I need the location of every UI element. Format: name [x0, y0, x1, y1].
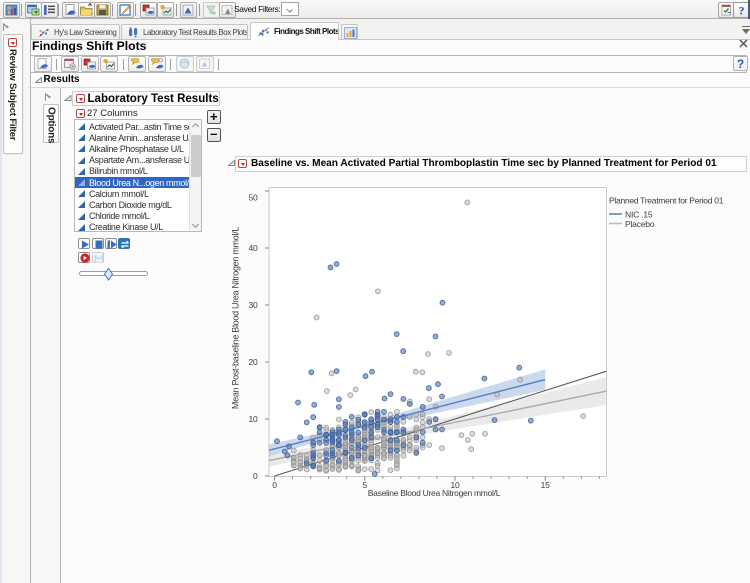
svg-text:0: 0	[272, 480, 277, 490]
svg-text:10: 10	[248, 414, 258, 424]
svg-text:0: 0	[253, 471, 258, 481]
svg-text:NIC .15: NIC .15	[625, 210, 653, 220]
svg-text:Mean Post-baseline Blood Urea: Mean Post-baseline Blood Urea Nitrogen m…	[231, 227, 241, 409]
svg-text:30: 30	[248, 300, 258, 310]
svg-text:Placebo: Placebo	[625, 219, 655, 229]
svg-text:50: 50	[248, 193, 258, 203]
svg-text:Baseline Blood Urea Nitrogen m: Baseline Blood Urea Nitrogen mmol/L	[368, 488, 501, 498]
svg-text:Planned Treatment for Period 0: Planned Treatment for Period 01	[609, 196, 724, 206]
svg-text:20: 20	[248, 357, 258, 367]
svg-text:15: 15	[541, 480, 551, 490]
svg-text:40: 40	[248, 243, 258, 253]
svg-text:5: 5	[363, 480, 368, 490]
